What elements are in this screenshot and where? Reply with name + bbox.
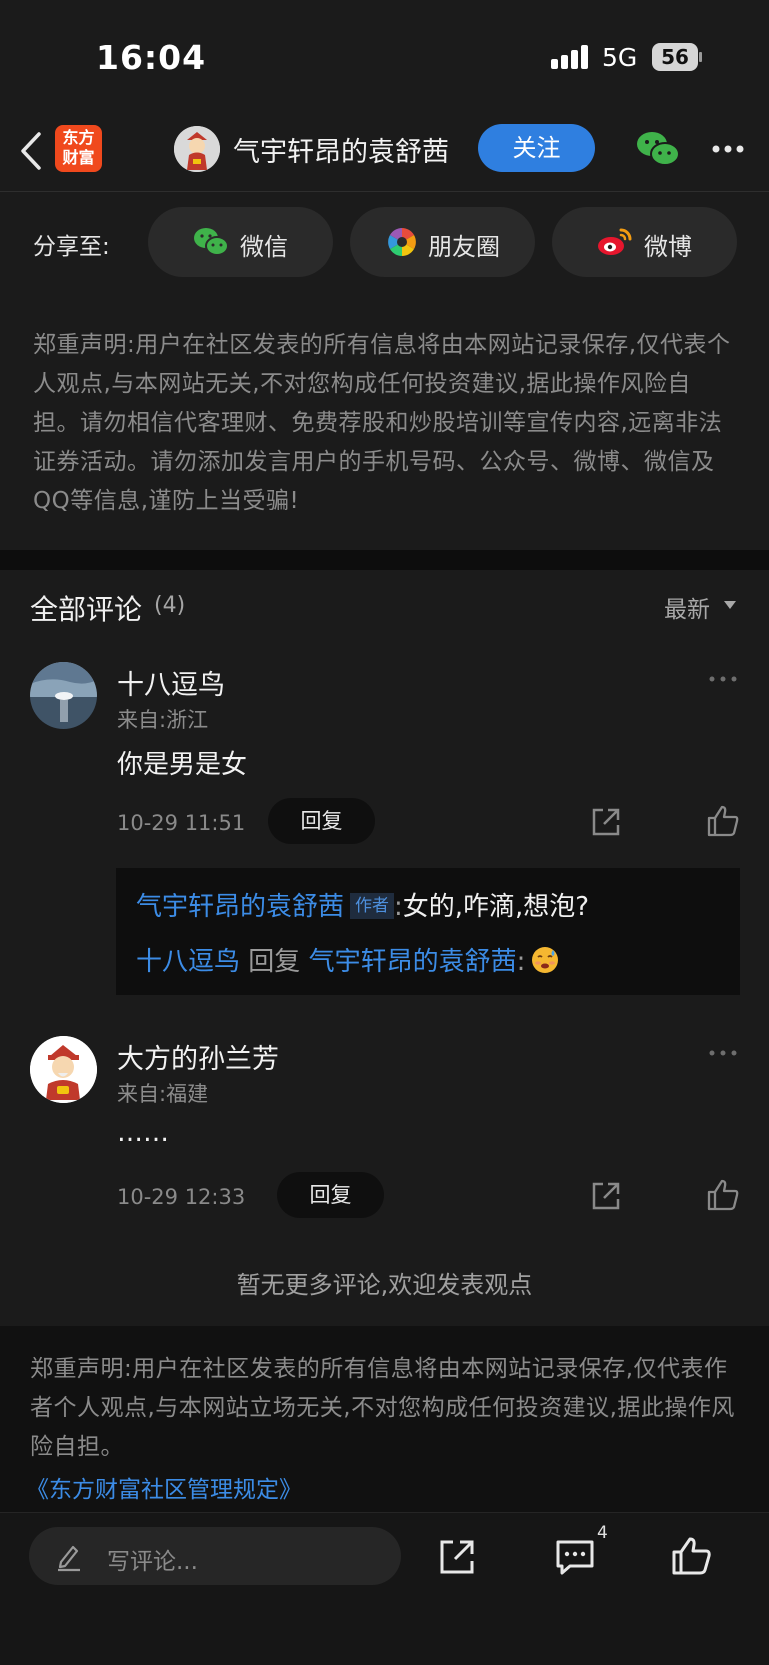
replies-box: 气宇轩昂的袁舒茜 作者:女的,咋滴,想泡? 十八逗鸟 回复 气宇轩昂的袁舒茜: — [116, 868, 740, 995]
share-moments-label: 朋友圈 — [428, 233, 500, 261]
comment-time: 10-29 12:33 — [117, 1185, 246, 1209]
share-weibo-label: 微博 — [644, 233, 692, 261]
disclaimer-top: 郑重声明:用户在社区发表的所有信息将由本网站记录保存,仅代表个人观点,与本网站无… — [33, 332, 731, 514]
share-icon[interactable] — [437, 1537, 477, 1577]
share-row: 分享至: 微信 朋友圈 微博 — [0, 192, 769, 287]
bottom-action-bar: 写评论... 4 — [0, 1512, 769, 1665]
avatar[interactable] — [30, 662, 97, 729]
thumbs-up-icon[interactable] — [706, 1178, 740, 1212]
reply-user-name[interactable]: 十八逗鸟 — [136, 947, 240, 977]
comment-item: 十八逗鸟 来自:浙江 你是男是女 10-29 11:51 回复 — [0, 662, 769, 852]
disclaimer-bottom-text: 郑重声明:用户在社区发表的所有信息将由本网站记录保存,仅代表作者个人观点,与本网… — [30, 1356, 735, 1460]
commenter-location: 来自:浙江 — [117, 708, 209, 732]
comment-item: 大方的孙兰芳 来自:福建 …… 10-29 12:33 回复 — [0, 1036, 769, 1226]
comment-time: 10-29 11:51 — [117, 811, 246, 835]
comment-input-placeholder: 写评论... — [107, 1549, 198, 1575]
share-icon[interactable] — [590, 806, 622, 838]
more-dots-icon[interactable] — [708, 1049, 738, 1057]
commenter-name[interactable]: 十八逗鸟 — [117, 663, 225, 702]
share-wechat-button[interactable]: 微信 — [148, 207, 333, 277]
avatar[interactable] — [30, 1036, 97, 1103]
comment-text: …… — [117, 1118, 169, 1148]
status-bar: 16:04 5G 56 — [0, 0, 769, 110]
section-divider — [0, 550, 769, 570]
comment-text: 你是男是女 — [117, 750, 248, 780]
battery-level: 56 — [652, 43, 698, 71]
reply-line[interactable]: 气宇轩昂的袁舒茜 作者:女的,咋滴,想泡? — [136, 886, 589, 923]
battery-cap — [699, 52, 702, 62]
wechat-icon[interactable] — [636, 130, 680, 168]
comments-header: 全部评论 (4) 最新 — [0, 570, 769, 640]
commenter-name[interactable]: 大方的孙兰芳 — [117, 1037, 279, 1076]
wechat-icon — [194, 228, 229, 256]
commenter-location: 来自:福建 — [117, 1082, 209, 1106]
reply-verb: 回复 — [248, 947, 301, 977]
follow-button[interactable]: 关注 — [478, 124, 595, 172]
reply-button[interactable]: 回复 — [277, 1172, 384, 1218]
reply-line[interactable]: 十八逗鸟 回复 气宇轩昂的袁舒茜: — [136, 941, 559, 978]
sweat-face-emoji-icon — [532, 947, 559, 973]
reply-target-name[interactable]: 气宇轩昂的袁舒茜 — [309, 947, 517, 977]
thumbs-up-icon[interactable] — [706, 804, 740, 838]
nav-bar: 东方 财富 气宇轩昂的袁舒茜 关注 — [0, 110, 769, 192]
community-rules-link[interactable]: 《东方财富社区管理规定》 — [26, 1470, 302, 1504]
author-name[interactable]: 气宇轩昂的袁舒茜 — [233, 130, 449, 169]
comments-title: 全部评论 — [30, 593, 143, 626]
reply-colon: : — [394, 892, 403, 922]
weibo-icon — [598, 228, 632, 255]
share-icon[interactable] — [590, 1180, 622, 1212]
comment-count-badge: 4 — [597, 1523, 608, 1543]
signal-icon — [551, 45, 588, 69]
more-dots-icon[interactable] — [711, 144, 745, 154]
no-more-comments: 暂无更多评论,欢迎发表观点 — [236, 1271, 533, 1299]
sea-landscape-avatar-icon — [30, 662, 97, 729]
comments-count: (4) — [154, 593, 186, 618]
author-tag: 作者 — [350, 893, 395, 919]
caishen-avatar-icon — [174, 126, 220, 172]
share-moments-button[interactable]: 朋友圈 — [350, 207, 535, 277]
chevron-left-icon[interactable] — [18, 130, 44, 172]
caishen-avatar-icon — [30, 1036, 97, 1103]
reply-colon: : — [516, 947, 526, 977]
moments-icon — [388, 228, 416, 256]
share-label: 分享至: — [33, 234, 110, 260]
share-weibo-button[interactable]: 微博 — [552, 207, 737, 277]
network-label: 5G — [602, 43, 638, 72]
status-time: 16:04 — [96, 38, 207, 77]
app-logo[interactable]: 东方 财富 — [55, 125, 102, 172]
reply-text: 女的,咋滴,想泡? — [402, 892, 590, 922]
more-dots-icon[interactable] — [708, 675, 738, 683]
sort-select[interactable]: 最新 — [664, 590, 710, 624]
comment-input[interactable]: 写评论... — [29, 1527, 401, 1585]
disclaimer-bottom: 郑重声明:用户在社区发表的所有信息将由本网站记录保存,仅代表作者个人观点,与本网… — [0, 1326, 769, 1512]
logo-line-2: 财富 — [62, 148, 95, 167]
share-wechat-label: 微信 — [240, 233, 288, 261]
battery-icon: 56 — [652, 43, 702, 71]
reply-button[interactable]: 回复 — [268, 798, 375, 844]
author-avatar[interactable] — [174, 126, 220, 172]
logo-line-1: 东方 — [62, 128, 95, 147]
thumbs-up-icon[interactable] — [671, 1535, 711, 1577]
pen-icon — [58, 1545, 80, 1572]
reply-author-name[interactable]: 气宇轩昂的袁舒茜 — [136, 892, 344, 922]
comment-bubble-icon[interactable] — [554, 1537, 596, 1577]
caret-down-icon[interactable] — [723, 600, 737, 610]
